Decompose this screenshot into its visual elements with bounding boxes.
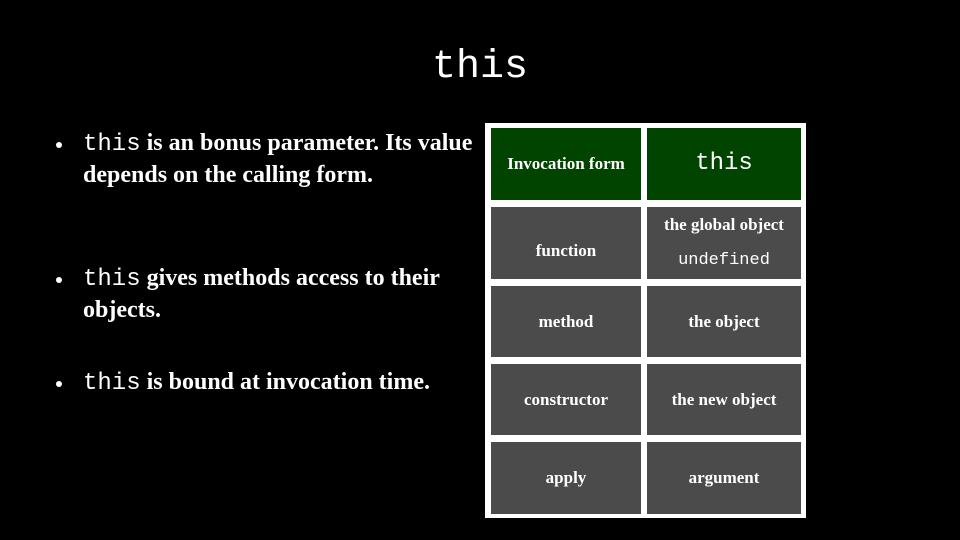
cell-text: the object xyxy=(688,311,760,331)
bullet-text: is bound at invocation time. xyxy=(140,369,430,395)
table-cell-value: argument xyxy=(647,442,801,514)
cell-text: constructor xyxy=(523,389,609,409)
table-header-this: this xyxy=(647,128,801,200)
cell-text: apply xyxy=(545,468,587,487)
bullet-code: this xyxy=(83,370,141,397)
bullet-code: this xyxy=(83,266,141,293)
cell-text: function xyxy=(535,240,597,260)
bullet-dot-icon xyxy=(56,381,62,387)
table-cell-value: the global object undefined xyxy=(647,207,801,279)
header-label: Invocation form xyxy=(507,154,625,173)
table-cell-form: function xyxy=(491,207,641,279)
slide-title: this xyxy=(431,45,528,90)
bullet-item: this is bound at invocation time. xyxy=(50,367,430,399)
invocation-table: Invocation form this function the global… xyxy=(485,123,806,518)
bullet-dot-icon xyxy=(56,142,62,148)
cell-text: the new object xyxy=(671,389,777,409)
table-cell-form: method xyxy=(491,286,641,357)
cell-text: the global object xyxy=(664,215,784,234)
table-cell-value: the new object xyxy=(647,364,801,435)
table-header-invocation-form: Invocation form xyxy=(491,128,641,200)
table-cell-form: constructor xyxy=(491,364,641,435)
table-cell-form: apply xyxy=(491,442,641,514)
bullet-item: this is an bonus parameter. Its value de… xyxy=(50,128,480,191)
cell-text: method xyxy=(538,311,594,331)
bullet-text: is an bonus parameter. Its value depends… xyxy=(83,130,473,188)
bullet-item: this gives methods access to their objec… xyxy=(50,263,480,326)
bullet-code: this xyxy=(83,131,141,158)
cell-note: undefined xyxy=(678,251,770,270)
table-cell-value: the object xyxy=(647,286,801,357)
cell-text: argument xyxy=(688,468,760,487)
bullet-dot-icon xyxy=(56,277,62,283)
header-label: this xyxy=(695,150,753,177)
